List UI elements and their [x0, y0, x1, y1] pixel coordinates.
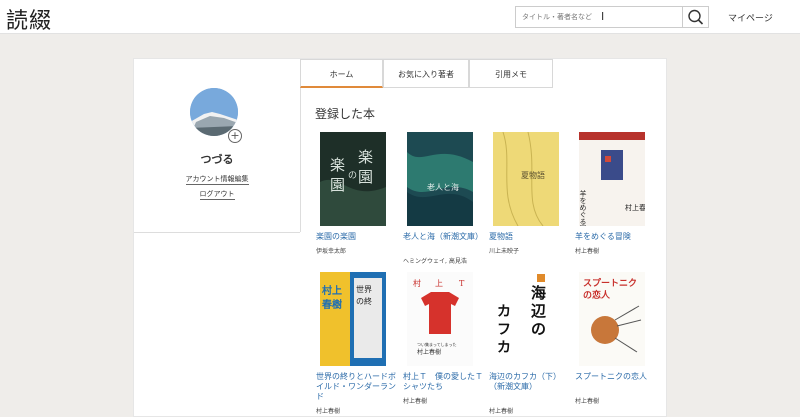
svg-text:スプートニク: スプートニク — [583, 277, 637, 289]
svg-text:海: 海 — [531, 284, 546, 302]
cover-art: 村 上 T つい集まってしまった 村上春樹 — [407, 272, 473, 366]
book-cover[interactable]: スプートニク の恋人 — [579, 272, 645, 366]
svg-text:カ: カ — [497, 304, 511, 320]
text-cursor-icon: I — [601, 10, 605, 23]
book-author: 川上未映子 — [489, 248, 520, 255]
cover-art: 海 辺 の カ フ カ — [493, 272, 559, 366]
book-cover[interactable]: 村 上 T つい集まってしまった 村上春樹 — [407, 272, 473, 366]
svg-text:世界: 世界 — [356, 284, 372, 294]
svg-text:の: の — [531, 320, 546, 338]
cover-art: スプートニク の恋人 — [579, 272, 645, 366]
svg-text:老人と海: 老人と海 — [427, 182, 459, 192]
book-title[interactable]: 楽園の楽園 — [316, 232, 398, 242]
book-cover[interactable]: 夏物語 — [493, 132, 559, 226]
edit-account-label[interactable]: アカウント情報編集 — [185, 175, 249, 185]
username: つづる — [200, 153, 234, 166]
cover-art: 楽 楽 園 園 の — [320, 132, 386, 226]
add-avatar-icon[interactable]: + — [228, 129, 242, 143]
svg-text:園: 園 — [330, 176, 345, 194]
book-cover[interactable]: 村上 春樹 世界 の終 — [320, 272, 386, 366]
book-author: ヘミングウェイ, 高見浩 — [403, 258, 467, 265]
site-logo[interactable]: 読綴 — [6, 3, 52, 35]
svg-text:の: の — [348, 171, 357, 181]
edit-account-link[interactable]: アカウント情報編集 — [134, 174, 300, 185]
search-input[interactable] — [516, 7, 684, 27]
book-author: 村上春樹 — [575, 248, 600, 255]
logout-label[interactable]: ログアウト — [199, 190, 235, 200]
svg-text:羊をめぐる冒険: 羊をめぐる冒険 — [579, 189, 587, 226]
book-author: 村上春樹 — [403, 398, 428, 405]
book-title[interactable]: 老人と海（新潮文庫） — [403, 232, 485, 242]
cover-art: 羊をめぐる冒険 村上春樹 — [579, 132, 645, 226]
search-icon — [688, 9, 704, 25]
tab-home[interactable]: ホーム — [300, 59, 383, 88]
svg-text:村上春樹: 村上春樹 — [417, 348, 441, 356]
book-title[interactable]: 羊をめぐる冒険 — [575, 232, 657, 242]
book-title[interactable]: 村上Ｔ 僕の愛したＴシャツたち — [403, 372, 485, 392]
top-navigation-bar: 読綴 I マイページ — [0, 0, 800, 34]
tab-favorite-authors[interactable]: お気に入り著者 — [383, 59, 469, 88]
svg-text:上: 上 — [435, 279, 443, 288]
book-cover[interactable]: 海 辺 の カ フ カ — [493, 272, 559, 366]
book-cover[interactable]: 老人と海 — [407, 132, 473, 226]
svg-text:辺: 辺 — [531, 302, 547, 320]
book-title[interactable]: 世界の終りとハードボイルド・ワンダーランド — [316, 372, 398, 402]
svg-text:フ: フ — [497, 322, 511, 338]
search-box: I — [515, 6, 709, 28]
cover-art: 夏物語 — [493, 132, 559, 226]
section-title: 登録した本 — [315, 107, 376, 121]
book-author: 村上春樹 — [489, 408, 514, 415]
svg-text:村: 村 — [413, 278, 421, 288]
mypage-link[interactable]: マイページ — [728, 11, 773, 24]
svg-text:園: 園 — [358, 168, 373, 186]
profile-divider — [134, 232, 300, 233]
cover-art: 老人と海 — [407, 132, 473, 226]
book-cover[interactable]: 羊をめぐる冒険 村上春樹 — [579, 132, 645, 226]
logout-link[interactable]: ログアウト — [134, 189, 300, 200]
tab-quote-memo[interactable]: 引用メモ — [469, 59, 553, 88]
svg-text:カ: カ — [497, 340, 511, 356]
content-panel: + つづる アカウント情報編集 ログアウト ホーム お気に入り著者 引用メモ 登… — [133, 58, 667, 417]
svg-text:村上: 村上 — [322, 284, 342, 297]
svg-text:つい集まってしまった: つい集まってしまった — [417, 341, 456, 347]
book-title[interactable]: 夏物語 — [489, 232, 571, 242]
cover-art: 村上 春樹 世界 の終 — [320, 272, 386, 366]
svg-text:楽: 楽 — [358, 148, 373, 166]
svg-text:村上春樹: 村上春樹 — [625, 203, 645, 212]
svg-text:の恋人: の恋人 — [583, 289, 611, 301]
svg-text:の終: の終 — [356, 296, 372, 306]
svg-text:夏物語: 夏物語 — [521, 170, 545, 180]
svg-text:楽: 楽 — [330, 156, 345, 174]
book-title[interactable]: 海辺のカフカ（下）（新潮文庫） — [489, 372, 571, 392]
book-cover[interactable]: 楽 楽 園 園 の — [320, 132, 386, 226]
svg-text:T: T — [459, 279, 465, 288]
book-author: 村上春樹 — [316, 408, 341, 415]
book-author: 村上春樹 — [575, 398, 600, 405]
svg-text:春樹: 春樹 — [322, 298, 342, 311]
search-button[interactable] — [682, 7, 708, 27]
book-title[interactable]: スプートニクの恋人 — [575, 372, 657, 382]
book-author: 伊坂幸太郎 — [316, 248, 347, 255]
